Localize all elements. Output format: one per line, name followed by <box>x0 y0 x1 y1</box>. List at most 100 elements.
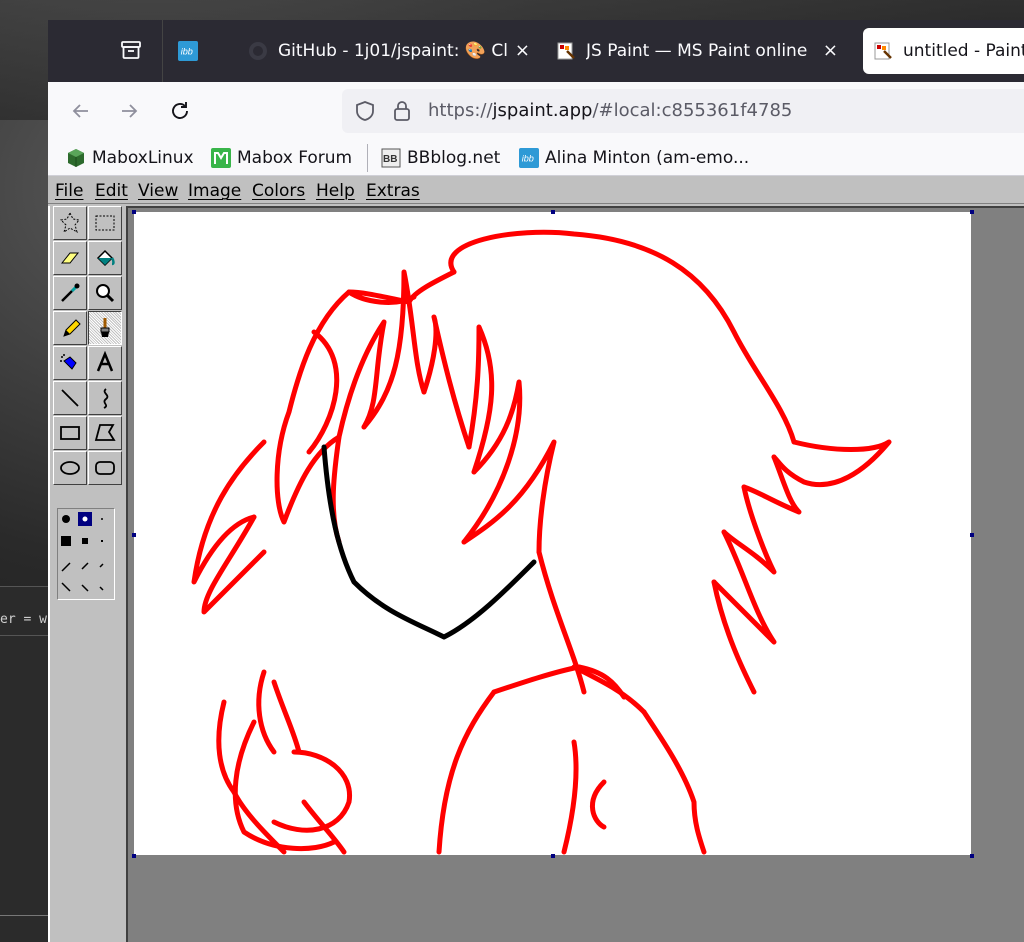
tab-untitled-paint[interactable]: untitled - Paint <box>863 28 1024 74</box>
menu-edit[interactable]: Edit <box>95 181 128 201</box>
brush-shape-icon <box>61 512 104 592</box>
menu-extras[interactable]: Extras <box>366 181 420 201</box>
canvas-workspace[interactable] <box>126 206 1024 942</box>
tool-pencil[interactable] <box>53 311 87 345</box>
rounded-rectangle-icon <box>95 461 115 475</box>
terminal-divider <box>0 635 48 636</box>
hair-stroke <box>271 749 352 833</box>
resize-handle[interactable] <box>970 533 974 537</box>
hair-stroke <box>448 229 797 445</box>
hair-stroke <box>436 689 497 855</box>
fill-icon <box>96 249 115 267</box>
bookmark-separator <box>367 144 368 172</box>
menu-view[interactable]: View <box>138 181 178 201</box>
bookmark-bbblog[interactable]: BB BBblog.net <box>381 146 500 170</box>
jspaint-icon <box>873 41 893 61</box>
brush-icon <box>100 318 110 337</box>
tab-overview-button[interactable] <box>112 30 150 70</box>
svg-text:ibb: ibb <box>181 47 193 57</box>
bookmark-alina-minton[interactable]: ibb Alina Minton (am-emo... <box>519 146 749 170</box>
toolbox-border <box>48 206 50 942</box>
tool-rounded-rectangle[interactable] <box>88 451 122 485</box>
jspaint-icon <box>556 41 576 61</box>
drawing-canvas[interactable] <box>134 212 971 855</box>
resize-handle[interactable] <box>132 210 136 214</box>
airbrush-icon <box>60 354 77 370</box>
bookmark-mabox-forum[interactable]: Mabox Forum <box>211 146 352 170</box>
resize-handle[interactable] <box>551 210 555 214</box>
bookmark-label: BBblog.net <box>407 148 501 168</box>
free-form-select-icon <box>59 211 80 234</box>
hair-stroke <box>590 779 607 830</box>
drawer-icon <box>121 41 141 59</box>
tool-select[interactable] <box>88 206 122 240</box>
tool-fill[interactable] <box>88 241 122 275</box>
tab-title: JS Paint — MS Paint online <box>586 41 808 61</box>
bookmark-label: Alina Minton (am-emo... <box>545 148 750 168</box>
url-text: https://jspaint.app/#local:c855361f4785 <box>428 100 792 121</box>
hair-stroke <box>771 439 892 488</box>
bookmark-maboxlinux[interactable]: MaboxLinux <box>66 146 194 170</box>
resize-handle[interactable] <box>132 854 136 858</box>
tool-pick-color[interactable] <box>53 276 87 310</box>
menu-colors[interactable]: Colors <box>252 181 305 201</box>
tool-line[interactable] <box>53 381 87 415</box>
bookmark-label: Mabox Forum <box>237 148 353 168</box>
tool-eraser[interactable] <box>53 241 87 275</box>
browser-window: ibb GitHub - 1j01/jspaint: 🎨 Classic MS … <box>48 20 1024 942</box>
arrow-right-icon <box>122 104 138 118</box>
navigation-bar: https://jspaint.app/#local:c855361f4785 <box>48 82 1024 140</box>
menu-image[interactable]: Image <box>188 181 241 201</box>
resize-handle[interactable] <box>551 854 555 858</box>
hair-stroke <box>421 314 472 450</box>
url-path: /#local:c855361f4785 <box>592 100 793 121</box>
eraser-icon <box>60 252 80 264</box>
hair-stroke <box>274 289 352 525</box>
shield-icon[interactable] <box>354 100 376 126</box>
ibb-icon: ibb <box>178 41 198 61</box>
bookmark-label: MaboxLinux <box>92 148 194 168</box>
hair-stroke <box>216 699 237 795</box>
svg-text:BB: BB <box>383 154 397 165</box>
bookmarks-bar: MaboxLinux Mabox Forum BB BBblog.net ibb… <box>48 140 1024 176</box>
line-icon <box>61 389 79 407</box>
menu-file[interactable]: File <box>55 181 83 201</box>
url-domain: jspaint.app <box>492 100 593 121</box>
menu-help[interactable]: Help <box>316 181 355 201</box>
lock-icon[interactable] <box>392 100 412 126</box>
back-button[interactable] <box>66 96 96 126</box>
tool-free-form-select[interactable] <box>53 206 87 240</box>
menu-bar: File Edit View Image Colors Help Extras <box>48 176 1024 204</box>
resize-handle[interactable] <box>132 533 136 537</box>
hair-stroke <box>641 709 707 855</box>
tool-text[interactable] <box>88 346 122 380</box>
close-icon[interactable]: × <box>823 40 838 61</box>
ellipse-icon <box>60 461 80 475</box>
url-scheme: https:// <box>428 100 493 121</box>
tool-magnifier[interactable] <box>88 276 122 310</box>
hair-stroke <box>256 669 277 755</box>
tool-airbrush[interactable] <box>53 346 87 380</box>
tool-rectangle[interactable] <box>53 416 87 450</box>
sketch-drawing <box>191 229 892 855</box>
tool-ellipse[interactable] <box>53 451 87 485</box>
address-bar[interactable]: https://jspaint.app/#local:c855361f4785 <box>342 89 1024 133</box>
resize-handle[interactable] <box>970 854 974 858</box>
close-icon[interactable]: × <box>515 40 530 61</box>
terminal-divider <box>0 915 48 916</box>
tab-jspaint-online[interactable]: JS Paint — MS Paint online × <box>556 28 846 74</box>
hair-stroke <box>491 664 582 695</box>
tool-curve[interactable] <box>88 381 122 415</box>
magnifier-icon <box>96 284 115 303</box>
forward-button[interactable] <box>114 96 144 126</box>
tab-pinned-ibb[interactable]: ibb <box>178 28 228 74</box>
resize-handle[interactable] <box>970 210 974 214</box>
mabox-icon <box>211 148 231 168</box>
brush-options[interactable] <box>57 508 115 600</box>
tool-polygon[interactable] <box>88 416 122 450</box>
reload-button[interactable] <box>165 96 195 126</box>
tool-brush[interactable] <box>88 311 122 345</box>
rectangle-icon <box>60 426 80 440</box>
tab-github[interactable]: GitHub - 1j01/jspaint: 🎨 Classic MS Pain… <box>248 28 538 74</box>
hair-stroke <box>561 739 579 855</box>
